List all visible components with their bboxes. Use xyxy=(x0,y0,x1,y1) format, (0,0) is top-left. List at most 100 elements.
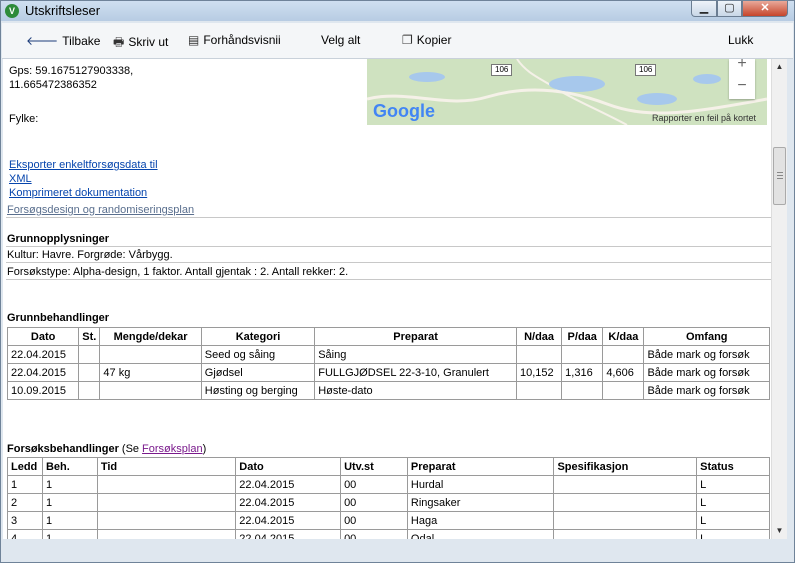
column-header: Tid xyxy=(96,457,237,476)
close-window-button[interactable]: ✕ xyxy=(742,1,788,17)
preview-button[interactable]: ▤ Forhåndsvisnii xyxy=(188,33,281,47)
print-label: Skriv ut xyxy=(128,35,169,49)
table-cell xyxy=(561,345,604,364)
table-cell xyxy=(553,529,698,539)
close-button[interactable]: Lukk xyxy=(728,33,753,47)
table-cell: Hurdal xyxy=(406,475,555,494)
table-header-row: Ledd Beh. Tid Dato Utv.st Preparat Spesi… xyxy=(7,457,770,476)
column-header: Ledd xyxy=(7,457,43,476)
table-cell: L xyxy=(696,475,770,494)
table-cell: 10.09.2015 xyxy=(6,381,80,400)
table-cell xyxy=(96,493,237,512)
app-icon: V xyxy=(5,4,19,18)
table-cell: 22.04.2015 xyxy=(6,363,80,382)
vertical-scrollbar[interactable]: ▲ ▼ xyxy=(771,59,787,539)
scrollbar-thumb[interactable] xyxy=(773,147,786,205)
table-cell: 00 xyxy=(340,475,408,494)
table-cell xyxy=(78,363,101,382)
preview-label: Forhåndsvisnii xyxy=(203,33,281,47)
column-header: P/daa xyxy=(561,327,604,346)
table-cell: Høste-dato xyxy=(314,381,517,400)
report-content: Gps: 59.1675127903338, 11.665472386352 F… xyxy=(3,59,771,539)
table-cell: Ringsaker xyxy=(406,493,555,512)
forsoksplan-link[interactable]: Forsøksplan xyxy=(142,443,203,455)
table-cell xyxy=(515,381,563,400)
table-cell: 4 xyxy=(7,529,43,539)
print-viewer-window: V Utskriftsleser ▁ ▢ ✕ 🡐 Tilbake 🖶 Skriv u… xyxy=(0,0,795,563)
table-cell xyxy=(78,381,101,400)
column-header: Preparat xyxy=(406,457,555,476)
table-cell: L xyxy=(696,511,770,530)
forsoksbehandlinger-title: Forsøksbehandlinger xyxy=(7,443,119,455)
window-bottom-frame xyxy=(2,541,793,561)
table-cell: Både mark og forsøk xyxy=(643,363,770,382)
road-badge: 106 xyxy=(491,64,513,76)
table-cell xyxy=(96,511,237,530)
printer-icon: 🖶 xyxy=(113,35,125,49)
scroll-down-icon[interactable]: ▼ xyxy=(772,523,787,538)
map-view[interactable]: 106 106 + − Google Rapporter en feil på … xyxy=(367,59,767,125)
column-header: N/daa xyxy=(515,327,563,346)
title-bar: V Utskriftsleser ▁ ▢ ✕ xyxy=(1,1,794,21)
table-cell xyxy=(553,493,698,512)
column-header: Mengde/dekar xyxy=(99,327,202,346)
design-plan-link[interactable]: Forsøgsdesign og randomiseringsplan xyxy=(7,204,194,216)
select-all-button[interactable]: Velg alt xyxy=(321,33,360,47)
arrow-left-icon: 🡐 xyxy=(26,34,59,48)
table-cell: 10,152 xyxy=(515,363,563,382)
table-cell xyxy=(515,345,563,364)
table-cell: 22.04.2015 xyxy=(235,529,342,539)
preview-icon: ▤ xyxy=(188,33,200,47)
table-cell xyxy=(96,475,237,494)
table-cell xyxy=(99,345,202,364)
table-cell xyxy=(553,511,698,530)
print-button[interactable]: 🖶 Skriv ut xyxy=(113,33,168,54)
copy-label: Kopier xyxy=(416,33,452,47)
table-row: 4 1 22.04.2015 00 Odal L xyxy=(7,529,770,539)
back-label: Tilbake xyxy=(62,34,101,48)
report-map-error-link[interactable]: Rapporter en feil på kortet xyxy=(652,113,756,123)
export-link[interactable]: Eksporter enkeltforsøgsdata til xyxy=(9,159,158,171)
kultur-text: Kultur: Havre. Forgrøde: Vårbygg. xyxy=(7,249,173,261)
google-logo: Google xyxy=(373,101,435,121)
table-cell: 00 xyxy=(340,493,408,512)
table-cell: L xyxy=(696,529,770,539)
column-header: Kategori xyxy=(200,327,316,346)
divider xyxy=(6,262,771,263)
table-cell: 4,606 xyxy=(602,363,645,382)
column-header: Preparat xyxy=(314,327,517,346)
column-header: Dato xyxy=(6,327,80,346)
column-header: Omfang xyxy=(643,327,770,346)
column-header: Status xyxy=(696,457,770,476)
toolbar: 🡐 Tilbake 🖶 Skriv ut ▤ Forhåndsvisnii Velg … xyxy=(2,23,793,59)
minimize-button[interactable]: ▁ xyxy=(691,1,717,17)
forsoksbehandlinger-heading: Forsøksbehandlinger (Se Forsøksplan) xyxy=(7,443,206,455)
close-label: Lukk xyxy=(728,33,754,47)
table-cell xyxy=(99,381,202,400)
table-cell: 1 xyxy=(7,475,43,494)
table-cell xyxy=(602,381,645,400)
grunnopplysninger-title: Grunnopplysninger xyxy=(7,233,110,245)
divider xyxy=(6,246,771,247)
grunnbehandlinger-title: Grunnbehandlinger xyxy=(7,312,110,324)
fylke-label: Fylke: xyxy=(9,113,39,125)
xml-link[interactable]: XML xyxy=(9,173,32,185)
scroll-up-icon[interactable]: ▲ xyxy=(772,59,787,74)
zoom-in-button[interactable]: + xyxy=(729,59,755,73)
table-cell: Både mark og forsøk xyxy=(643,381,770,400)
table-row: 10.09.2015 Høsting og berging Høste-dato… xyxy=(6,381,770,400)
copy-button[interactable]: ❐ Kopier xyxy=(402,33,451,47)
table-cell xyxy=(561,381,604,400)
window-title: Utskriftsleser xyxy=(25,3,101,18)
table-row: 1 1 22.04.2015 00 Hurdal L xyxy=(7,475,770,494)
table-cell: 1 xyxy=(41,529,98,539)
table-cell xyxy=(78,345,101,364)
table-cell: 47 kg xyxy=(99,363,202,382)
grunnbehandlinger-table: Dato St. Mengde/dekar Kategori Preparat … xyxy=(6,327,770,400)
zoom-out-button[interactable]: − xyxy=(729,77,755,95)
table-row: 3 1 22.04.2015 00 Haga L xyxy=(7,511,770,530)
back-button[interactable]: 🡐 Tilbake xyxy=(26,33,100,48)
compressed-doc-link[interactable]: Komprimeret dokumentation xyxy=(9,187,147,199)
table-cell: 22.04.2015 xyxy=(235,511,342,530)
maximize-button[interactable]: ▢ xyxy=(717,1,742,17)
